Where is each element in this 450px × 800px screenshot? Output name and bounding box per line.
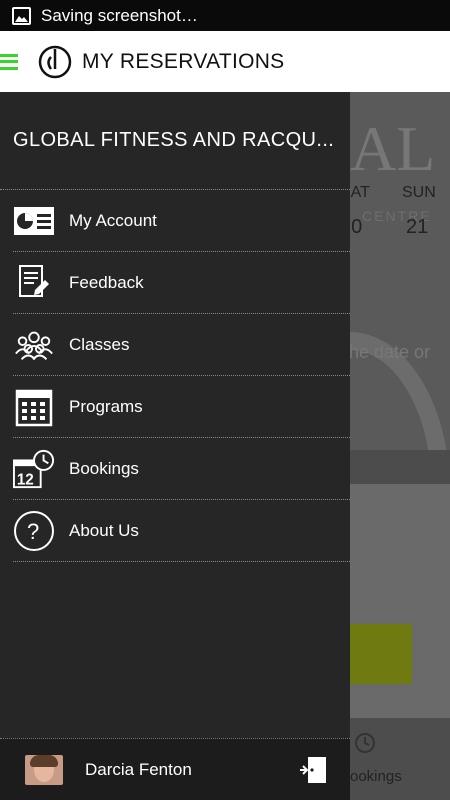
calendar-clock-icon: 12 [13, 448, 55, 490]
menu-item-about-us[interactable]: ? About Us [13, 500, 350, 562]
background-band [350, 450, 450, 484]
page-title: MY RESERVATIONS [82, 49, 285, 73]
background-button [350, 624, 412, 684]
calendar-grid-icon [13, 386, 55, 428]
menu-item-label: Bookings [69, 458, 139, 478]
menu-item-label: About Us [69, 520, 139, 540]
avatar[interactable] [25, 754, 63, 785]
menu-icon[interactable] [0, 52, 20, 72]
clock-icon [355, 733, 375, 753]
status-bar: Saving screenshot… [0, 0, 450, 31]
hint-text: he date or [349, 342, 431, 362]
menu-item-label: Programs [69, 396, 143, 416]
image-icon [12, 6, 31, 25]
day-name: SUN [402, 184, 436, 201]
navigation-drawer: GLOBAL FITNESS AND RACQU... My Account F… [0, 92, 350, 800]
day-sun: SUN 21 [402, 184, 442, 239]
watermark-text: AL [350, 113, 436, 184]
menu-item-label: Feedback [69, 272, 144, 292]
account-card-icon [13, 200, 55, 242]
drawer-header: GLOBAL FITNESS AND RACQU... [0, 92, 350, 190]
svg-text:?: ? [27, 519, 39, 544]
menu-item-bookings[interactable]: 12 Bookings [13, 438, 350, 500]
day-date: 21 [406, 216, 429, 238]
menu-item-classes[interactable]: Classes [13, 314, 350, 376]
menu-item-label: My Account [69, 210, 157, 230]
menu-item-my-account[interactable]: My Account [13, 190, 350, 252]
menu-item-label: Classes [69, 334, 130, 354]
bottom-tab-bookings: ookings [350, 718, 450, 800]
question-circle-icon: ? [13, 510, 55, 552]
app-bar: MY RESERVATIONS [0, 31, 450, 92]
logo-icon [38, 45, 72, 78]
logout-icon[interactable] [298, 755, 328, 785]
drawer-footer: Darcia Fenton [0, 738, 350, 800]
user-name: Darcia Fenton [85, 759, 192, 779]
feedback-form-icon [13, 262, 55, 304]
svg-text:12: 12 [17, 471, 34, 488]
menu-item-feedback[interactable]: Feedback [13, 252, 350, 314]
group-people-icon [13, 324, 55, 366]
status-text: Saving screenshot… [41, 5, 198, 25]
menu-item-programs[interactable]: Programs [13, 376, 350, 438]
bottom-tab-label: ookings [350, 768, 402, 785]
